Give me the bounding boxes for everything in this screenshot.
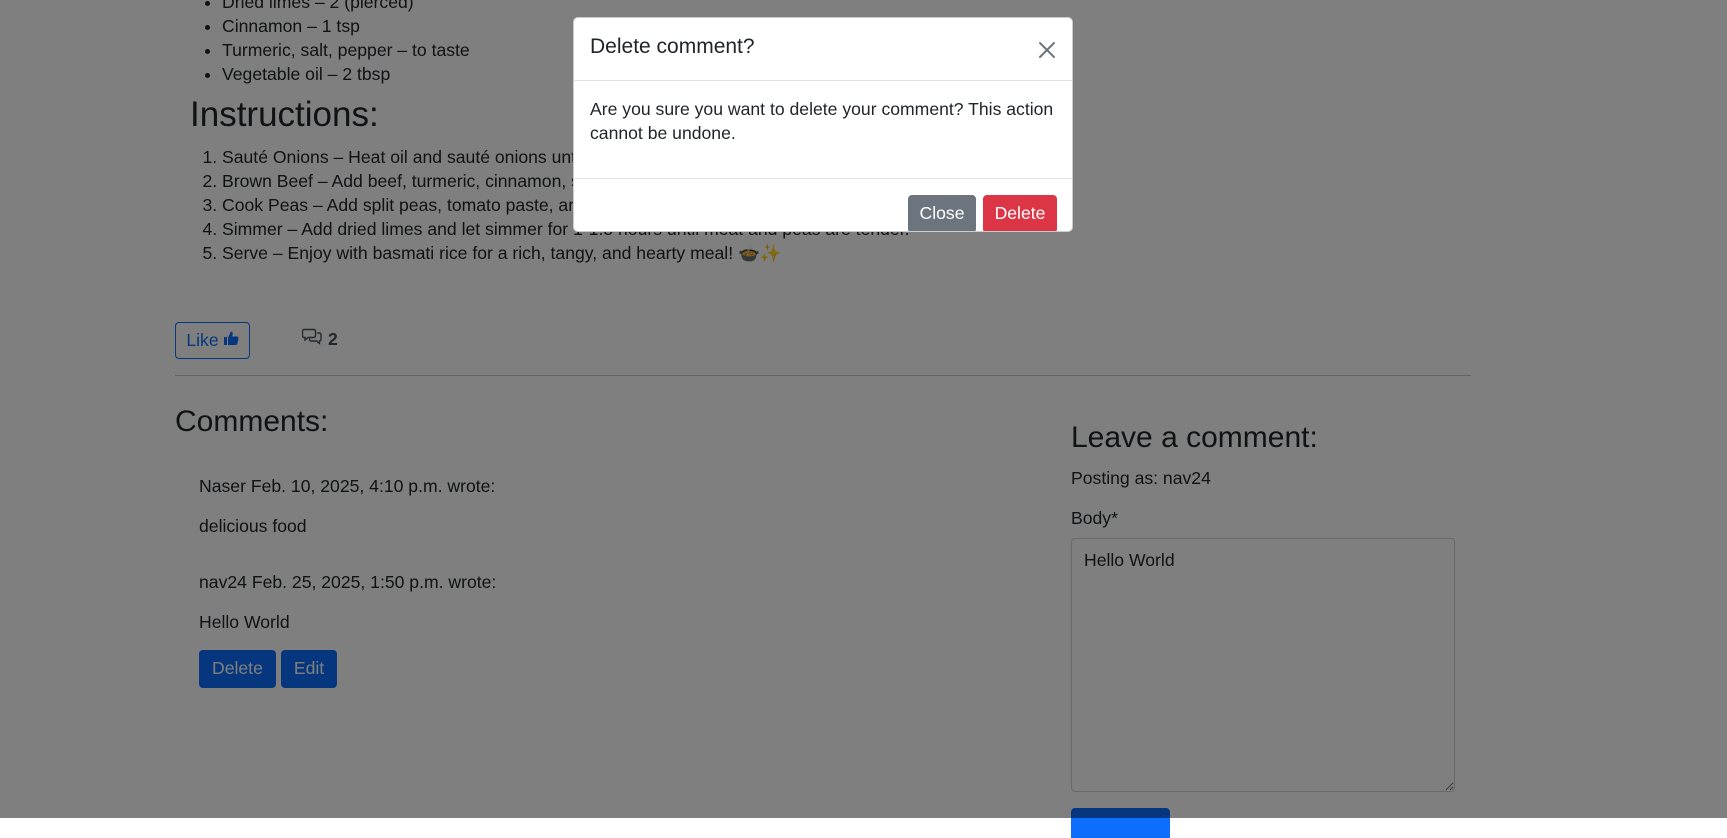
modal-close-button[interactable]: Close: [908, 195, 976, 231]
modal-title: Delete comment?: [590, 35, 755, 58]
close-icon[interactable]: [1037, 40, 1057, 60]
modal-body: Are you sure you want to delete your com…: [574, 81, 1072, 179]
modal-message: Are you sure you want to delete your com…: [590, 99, 1054, 143]
modal-header: Delete comment?: [574, 18, 1072, 81]
modal-delete-button[interactable]: Delete: [983, 195, 1057, 231]
delete-confirm-modal: Delete comment? Are you sure you want to…: [573, 17, 1073, 232]
modal-footer: Close Delete: [574, 179, 1072, 231]
